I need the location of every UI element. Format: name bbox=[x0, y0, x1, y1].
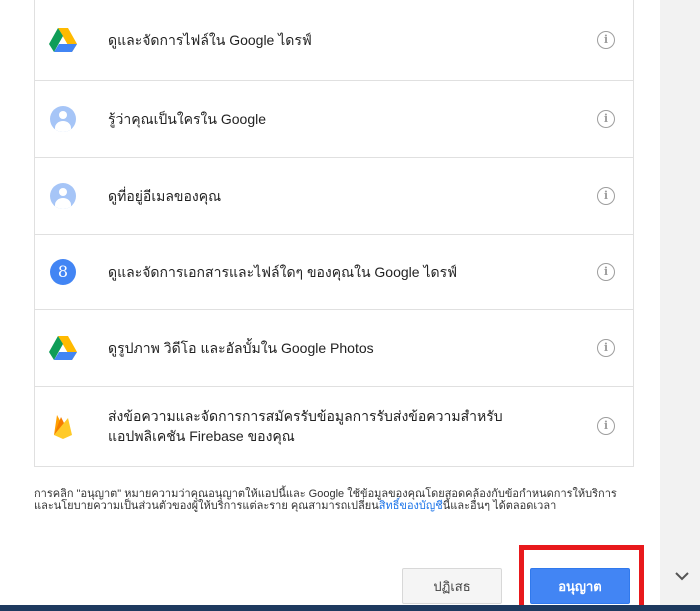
permission-text: ดูที่อยู่อีเมลของคุณ bbox=[108, 188, 222, 204]
page-scrollbar[interactable] bbox=[660, 0, 700, 611]
disclaimer-suffix: นี้และอื่นๆ ได้ตลอดเวลา bbox=[442, 500, 557, 512]
info-icon[interactable]: i bbox=[597, 110, 615, 128]
account-permissions-link[interactable]: สิทธิ์ของบัญชี bbox=[379, 500, 443, 512]
permission-text: ดูและจัดการเอกสารและไฟล์ใดๆ ของคุณใน Goo… bbox=[108, 264, 458, 280]
info-icon[interactable]: i bbox=[597, 417, 615, 435]
deny-button[interactable]: ปฏิเสธ bbox=[402, 568, 502, 604]
firebase-icon bbox=[49, 412, 77, 440]
permission-text: ส่งข้อความและจัดการการสมัครรับข้อมูลการร… bbox=[108, 408, 503, 444]
info-icon[interactable]: i bbox=[597, 263, 615, 281]
info-icon[interactable]: i bbox=[597, 31, 615, 49]
permission-item: 8 ดูและจัดการเอกสารและไฟล์ใดๆ ของคุณใน G… bbox=[35, 235, 633, 310]
allow-button[interactable]: อนุญาต bbox=[530, 568, 630, 604]
person-icon bbox=[49, 105, 77, 133]
consent-disclaimer: การคลิก "อนุญาต" หมายความว่าคุณอนุญาตให้… bbox=[34, 488, 624, 512]
google-plus-icon: 8 bbox=[49, 258, 77, 286]
chevron-down-icon[interactable] bbox=[675, 570, 689, 584]
bottom-bar bbox=[0, 605, 700, 611]
permission-item: รู้ว่าคุณเป็นใครใน Google i bbox=[35, 81, 633, 158]
permission-text: รู้ว่าคุณเป็นใครใน Google bbox=[108, 111, 266, 127]
oauth-consent-dialog: ดูและจัดการไฟล์ใน Google ไดรฟ์ i รู้ว่าค… bbox=[0, 0, 660, 611]
permission-item: ดูและจัดการไฟล์ใน Google ไดรฟ์ i bbox=[35, 0, 633, 81]
google-drive-icon bbox=[49, 26, 77, 54]
info-icon[interactable]: i bbox=[597, 339, 615, 357]
permission-item: ดูรูปภาพ วิดีโอ และอัลบั้มใน Google Phot… bbox=[35, 310, 633, 387]
permission-text: ดูรูปภาพ วิดีโอ และอัลบั้มใน Google Phot… bbox=[108, 340, 374, 356]
permission-text: ดูและจัดการไฟล์ใน Google ไดรฟ์ bbox=[108, 32, 312, 48]
info-icon[interactable]: i bbox=[597, 187, 615, 205]
permission-list: ดูและจัดการไฟล์ใน Google ไดรฟ์ i รู้ว่าค… bbox=[34, 0, 634, 467]
permission-item: ส่งข้อความและจัดการการสมัครรับข้อมูลการร… bbox=[35, 387, 633, 465]
person-icon bbox=[49, 182, 77, 210]
google-drive-icon bbox=[49, 334, 77, 362]
permission-item: ดูที่อยู่อีเมลของคุณ i bbox=[35, 158, 633, 235]
